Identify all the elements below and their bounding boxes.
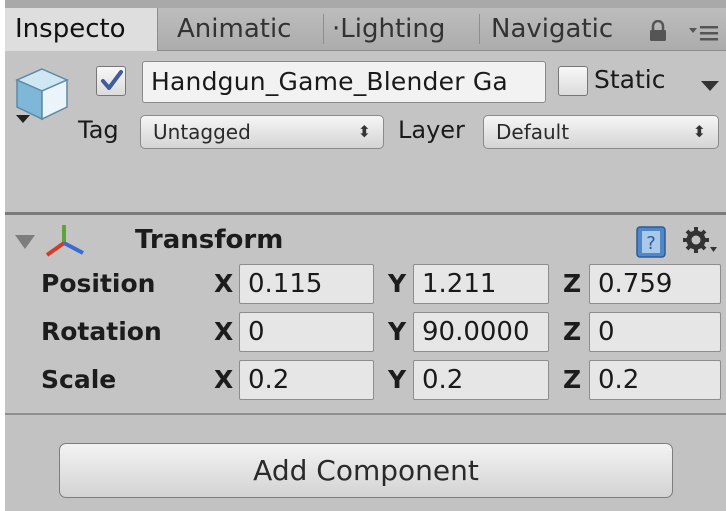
transform-component: Transform ? Position X 0.115 Y 1.211 Z 0…: [5, 215, 726, 413]
rotation-y-label[interactable]: Y: [388, 317, 406, 346]
tab-navigation[interactable]: Navigatic: [491, 8, 624, 51]
svg-text:?: ?: [646, 233, 656, 254]
position-z-label[interactable]: Z: [563, 269, 581, 298]
active-checkbox[interactable]: [96, 66, 126, 96]
layer-label: Layer: [398, 116, 465, 144]
tab-separator: [479, 14, 480, 44]
gear-icon[interactable]: [682, 225, 718, 261]
tag-value: Untagged: [153, 120, 251, 144]
tab-inspector[interactable]: Inspecto: [5, 8, 158, 51]
position-label: Position: [41, 269, 156, 298]
transform-axes-icon: [41, 221, 87, 265]
layer-dropdown[interactable]: Default ⬍: [483, 115, 719, 149]
updown-arrows-icon: ⬍: [692, 122, 706, 141]
tab-lighting[interactable]: ·Lighting: [332, 8, 467, 51]
position-x-field[interactable]: 0.115: [239, 264, 374, 304]
icon-dropdown-arrow[interactable]: [16, 115, 30, 123]
scale-y-label[interactable]: Y: [388, 365, 406, 394]
foldout-arrow-icon[interactable]: [15, 235, 35, 249]
gameobject-name-field[interactable]: Handgun_Game_Blender Ga: [142, 61, 546, 103]
updown-arrows-icon: ⬍: [357, 122, 371, 141]
static-label: Static: [594, 65, 666, 94]
position-y-label[interactable]: Y: [388, 269, 406, 298]
position-y-field[interactable]: 1.211: [413, 264, 549, 304]
rotation-x-label[interactable]: X: [214, 317, 233, 346]
add-component-button[interactable]: Add Component: [59, 443, 673, 498]
menu-icon[interactable]: [689, 24, 719, 46]
tag-label: Tag: [78, 116, 119, 144]
tab-animation[interactable]: Animatic: [177, 8, 305, 51]
layer-value: Default: [496, 120, 570, 144]
static-checkbox[interactable]: [558, 66, 588, 96]
help-book-icon[interactable]: ?: [635, 226, 667, 262]
rotation-label: Rotation: [41, 317, 162, 346]
rotation-y-field[interactable]: 90.0000: [413, 312, 549, 352]
component-title: Transform: [135, 225, 284, 255]
position-z-field[interactable]: 0.759: [589, 264, 721, 304]
position-x-label[interactable]: X: [214, 269, 233, 298]
scale-z-field[interactable]: 0.2: [589, 360, 721, 400]
scale-x-label[interactable]: X: [214, 365, 233, 394]
scale-x-field[interactable]: 0.2: [239, 360, 374, 400]
scale-z-label[interactable]: Z: [563, 365, 581, 394]
rotation-x-field[interactable]: 0: [239, 312, 374, 352]
gameobject-header: Handgun_Game_Blender Ga Static Tag Untag…: [5, 51, 726, 212]
window-top-border: [5, 0, 726, 8]
rotation-z-field[interactable]: 0: [589, 312, 721, 352]
scale-y-field[interactable]: 0.2: [413, 360, 549, 400]
tab-bar: Inspecto Animatic ·Lighting Navigatic: [5, 8, 726, 51]
scale-label: Scale: [41, 365, 117, 394]
lock-icon[interactable]: [648, 19, 668, 46]
static-dropdown-arrow[interactable]: [701, 81, 719, 91]
rotation-z-label[interactable]: Z: [563, 317, 581, 346]
tab-separator: [323, 14, 324, 44]
tag-dropdown[interactable]: Untagged ⬍: [140, 115, 384, 149]
